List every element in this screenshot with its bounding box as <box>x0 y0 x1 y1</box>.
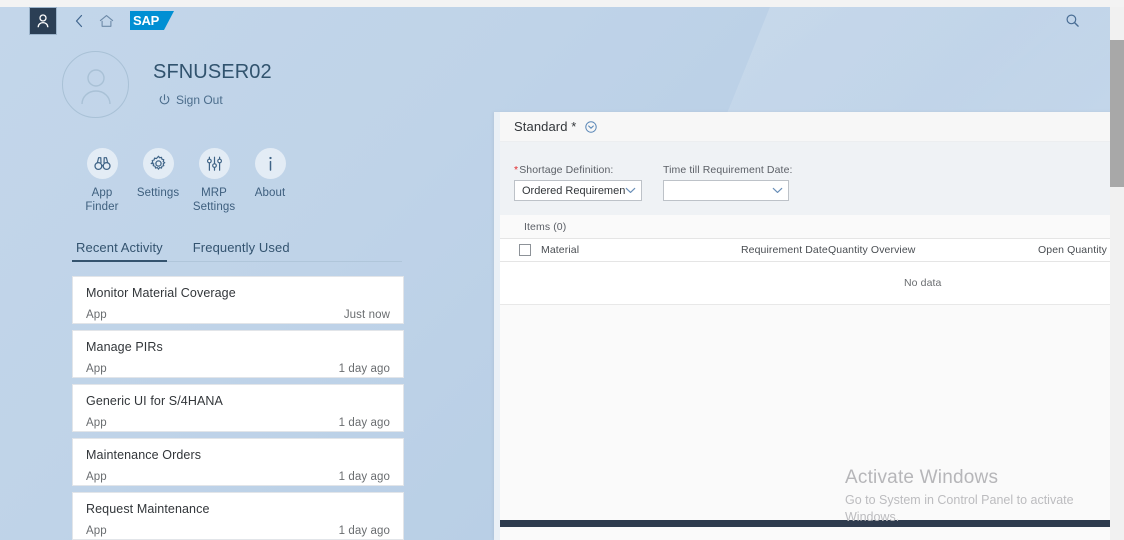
vertical-scrollbar-track[interactable] <box>1110 7 1124 540</box>
chevron-left-icon[interactable] <box>67 9 91 33</box>
variant-title[interactable]: Standard * <box>514 119 576 134</box>
action-mrp-settings[interactable]: MRP Settings <box>186 148 242 214</box>
action-about[interactable]: About <box>242 148 298 214</box>
me-area: SFNUSER02 Sign Out App Finder Settings M… <box>0 34 470 540</box>
chevron-down-icon <box>772 187 783 194</box>
sign-out-label: Sign Out <box>176 93 223 107</box>
card-time: 1 day ago <box>338 525 390 537</box>
filter-shortage-definition: *Shortage Definition: Ordered Requiremen… <box>514 164 642 215</box>
app-root: SAP SFNUSER02 Sign Out App Finder Settin… <box>0 0 1124 540</box>
panel-body-filler <box>500 305 1124 527</box>
card-title: Maintenance Orders <box>86 448 202 462</box>
list-item[interactable]: Request Maintenance App 1 day ago <box>72 492 404 540</box>
column-header-quantity-overview[interactable]: Quantity Overview <box>828 244 1038 256</box>
filter-label-text: Time till Requirement Date: <box>663 164 793 176</box>
card-meta: App 1 day ago <box>86 525 390 537</box>
select-value: Ordered Requirements <box>522 184 625 197</box>
action-label: MRP Settings <box>192 187 236 213</box>
binoculars-icon <box>86 148 118 179</box>
sign-out-button[interactable]: Sign Out <box>153 93 272 107</box>
app-overlay-panel: Standard * *Shortage Definition: Ordered… <box>494 112 1124 540</box>
vertical-scrollbar-thumb[interactable] <box>1110 40 1124 187</box>
card-type: App <box>86 471 107 483</box>
panel-footer-bar <box>500 520 1124 527</box>
action-settings[interactable]: Settings <box>130 148 186 214</box>
action-label: App Finder <box>85 187 119 213</box>
search-icon[interactable] <box>1065 13 1080 28</box>
shell-header: SAP <box>0 6 1110 35</box>
action-label: Settings <box>136 187 180 199</box>
card-title: Manage PIRs <box>86 340 163 354</box>
card-type: App <box>86 363 107 375</box>
filter-label: *Shortage Definition: <box>514 164 642 176</box>
sap-logo[interactable]: SAP <box>130 11 174 30</box>
card-time: 1 day ago <box>338 363 390 375</box>
sap-logo-text: SAP <box>133 13 160 28</box>
card-meta: App 1 day ago <box>86 363 390 375</box>
column-header-requirement-date[interactable]: Requirement Date <box>741 244 828 256</box>
me-tabs: Recent Activity Frequently Used <box>72 240 402 262</box>
list-item[interactable]: Maintenance Orders App 1 day ago <box>72 438 404 486</box>
filter-label-text: Shortage Definition: <box>519 164 614 176</box>
user-header: SFNUSER02 Sign Out <box>62 34 470 118</box>
items-table: Items (0) Material Requirement Date Quan… <box>500 215 1124 305</box>
checkbox-icon[interactable] <box>519 244 531 256</box>
card-time: Just now <box>343 309 390 321</box>
required-marker: * <box>514 164 519 176</box>
time-till-requirement-date-select[interactable] <box>663 180 789 201</box>
user-name: SFNUSER02 <box>153 61 272 83</box>
card-type: App <box>86 309 107 321</box>
list-item[interactable]: Manage PIRs App 1 day ago <box>72 330 404 378</box>
variant-header: Standard * <box>500 112 1124 142</box>
empty-state-row: No data <box>500 262 1124 305</box>
action-app-finder[interactable]: App Finder <box>74 148 130 214</box>
list-item[interactable]: Generic UI for S/4HANA App 1 day ago <box>72 384 404 432</box>
tab-label: Recent Activity <box>76 240 163 255</box>
panel-content: Standard * *Shortage Definition: Ordered… <box>500 112 1124 540</box>
empty-state-text: No data <box>904 277 942 289</box>
filter-time-till-requirement-date: Time till Requirement Date: <box>663 164 793 215</box>
list-item[interactable]: Monitor Material Coverage App Just now <box>72 276 404 324</box>
card-time: 1 day ago <box>338 471 390 483</box>
items-count: Items (0) <box>500 215 1124 238</box>
tab-frequently-used[interactable]: Frequently Used <box>189 240 294 261</box>
shortage-definition-select[interactable]: Ordered Requirements <box>514 180 642 201</box>
person-icon[interactable] <box>62 51 129 118</box>
card-meta: App Just now <box>86 309 390 321</box>
filter-bar: *Shortage Definition: Ordered Requiremen… <box>500 142 1124 215</box>
card-title: Monitor Material Coverage <box>86 286 236 300</box>
filter-label: Time till Requirement Date: <box>663 164 793 176</box>
recent-activity-list: Monitor Material Coverage App Just now M… <box>72 276 404 540</box>
sliders-icon <box>198 148 230 179</box>
card-meta: App 1 day ago <box>86 417 390 429</box>
column-header-material[interactable]: Material <box>541 244 741 256</box>
tab-label: Frequently Used <box>192 240 290 255</box>
card-type: App <box>86 525 107 537</box>
chevron-down-circle-icon[interactable] <box>585 120 598 133</box>
home-icon[interactable] <box>94 9 118 33</box>
tab-recent-activity[interactable]: Recent Activity <box>72 240 167 262</box>
power-icon <box>159 94 170 106</box>
browser-chrome-strip <box>0 0 1124 7</box>
card-title: Request Maintenance <box>86 502 210 516</box>
me-actions: App Finder Settings MRP Settings About <box>62 148 470 214</box>
chevron-down-icon <box>625 187 636 194</box>
user-meta: SFNUSER02 Sign Out <box>153 60 272 109</box>
info-icon <box>254 148 286 179</box>
card-type: App <box>86 417 107 429</box>
card-title: Generic UI for S/4HANA <box>86 394 223 408</box>
card-meta: App 1 day ago <box>86 471 390 483</box>
user-avatar-icon[interactable] <box>29 6 57 35</box>
table-header-row: Material Requirement Date Quantity Overv… <box>500 238 1124 262</box>
gear-icon <box>142 148 174 179</box>
card-time: 1 day ago <box>338 417 390 429</box>
action-label: About <box>254 187 286 199</box>
